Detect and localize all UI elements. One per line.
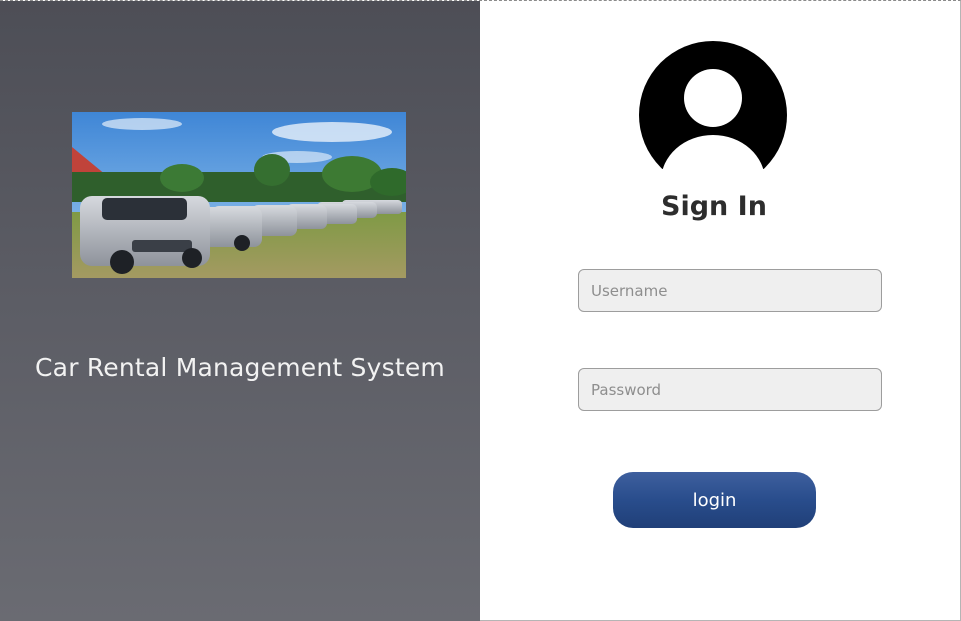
sign-in-panel: Sign In login: [480, 1, 960, 620]
app-title: Car Rental Management System: [35, 353, 445, 382]
login-button[interactable]: login: [613, 472, 816, 528]
user-avatar-icon: [639, 41, 787, 169]
sign-in-heading: Sign In: [661, 191, 767, 222]
username-input[interactable]: [578, 269, 882, 312]
left-panel: Car Rental Management System: [0, 1, 480, 621]
car-fleet-photo: [72, 112, 406, 278]
password-input[interactable]: [578, 368, 882, 411]
